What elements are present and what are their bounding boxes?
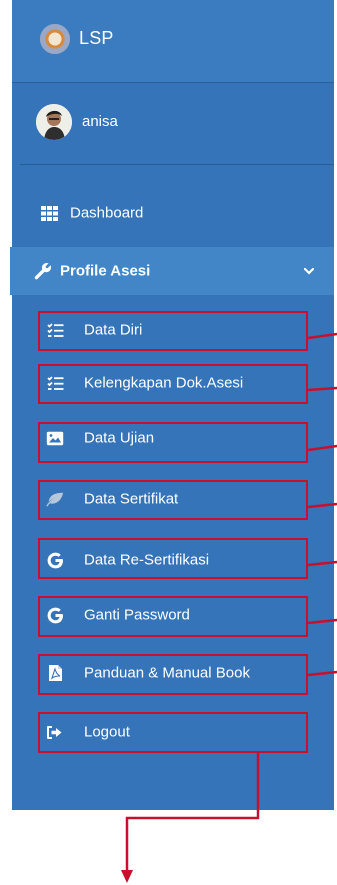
annotation-arrows [121,332,337,883]
